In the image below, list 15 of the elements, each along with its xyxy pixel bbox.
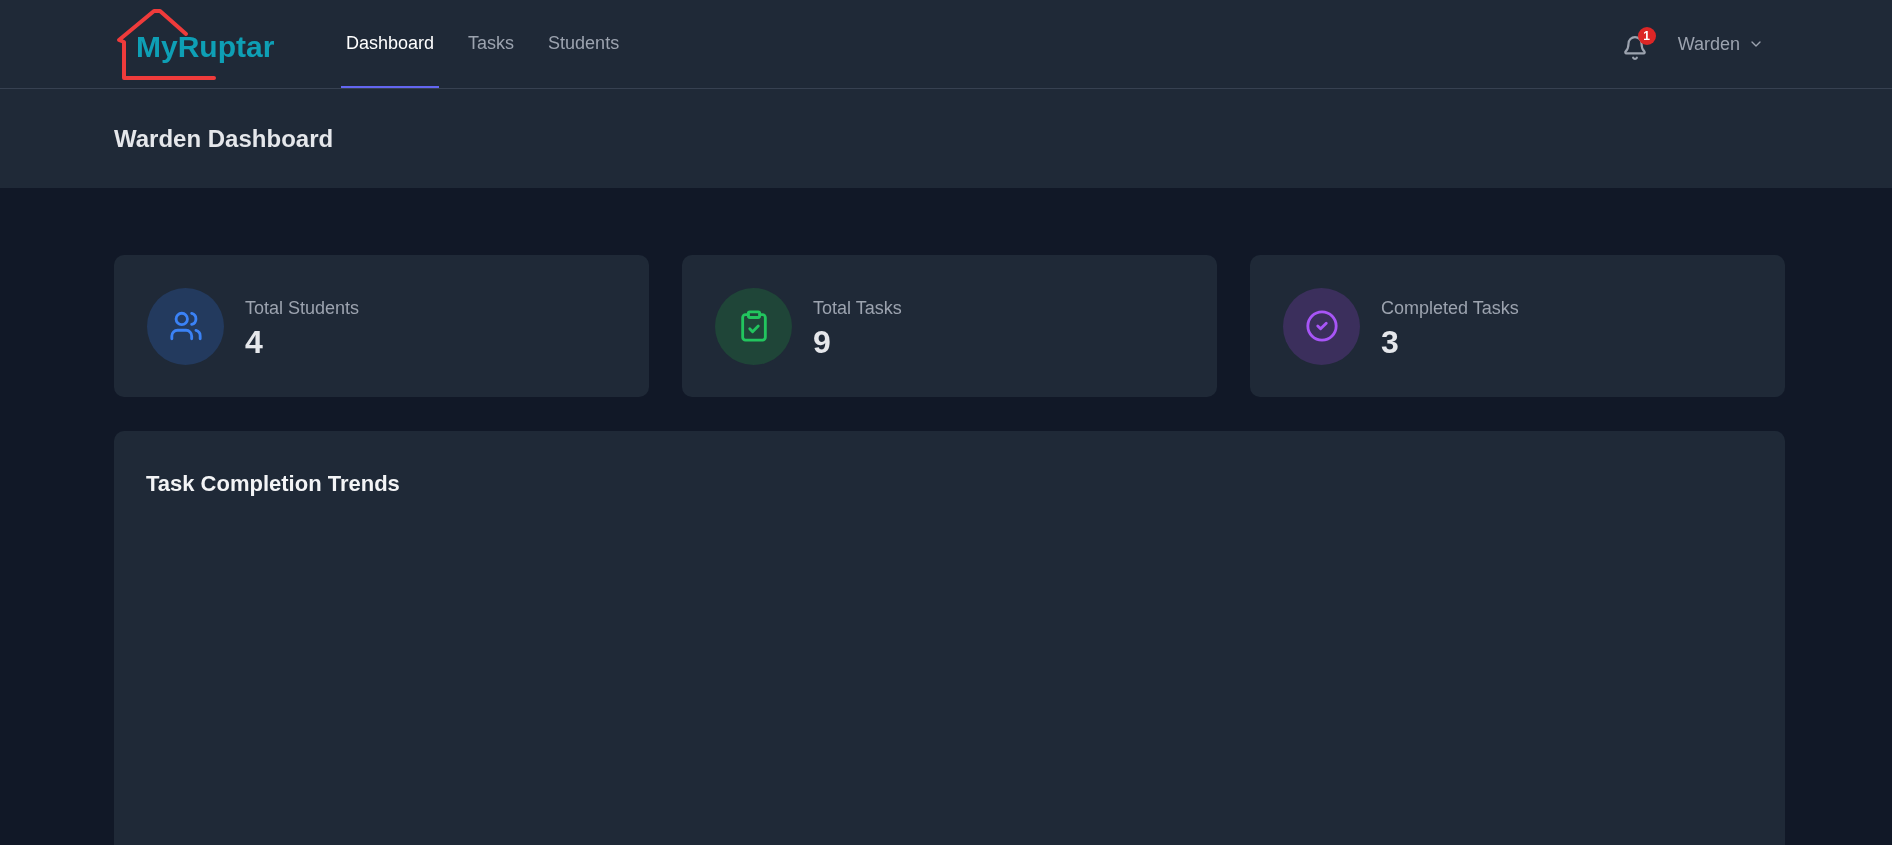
stat-value: 9	[813, 325, 832, 358]
notification-count: 1	[1637, 27, 1656, 45]
chart-title: Task Completion Trends	[146, 470, 401, 498]
nav-tab[interactable]: Tasks	[463, 0, 520, 88]
notifications-button[interactable]: 1	[1621, 27, 1656, 61]
logo-text: MyRuptar	[136, 32, 275, 62]
stat-label: Total Students	[245, 296, 360, 320]
stat-value: 3	[1381, 325, 1400, 358]
page-title: Warden Dashboard	[114, 123, 334, 154]
stat-label: Total Tasks	[813, 296, 902, 320]
stat-value: 4	[245, 325, 264, 358]
stat-label: Completed Tasks	[1381, 296, 1519, 320]
nav-tab[interactable]: Students	[543, 0, 625, 88]
logo[interactable]: MyRuptar	[114, 8, 284, 88]
user-menu-button[interactable]: Warden	[1677, 30, 1764, 58]
